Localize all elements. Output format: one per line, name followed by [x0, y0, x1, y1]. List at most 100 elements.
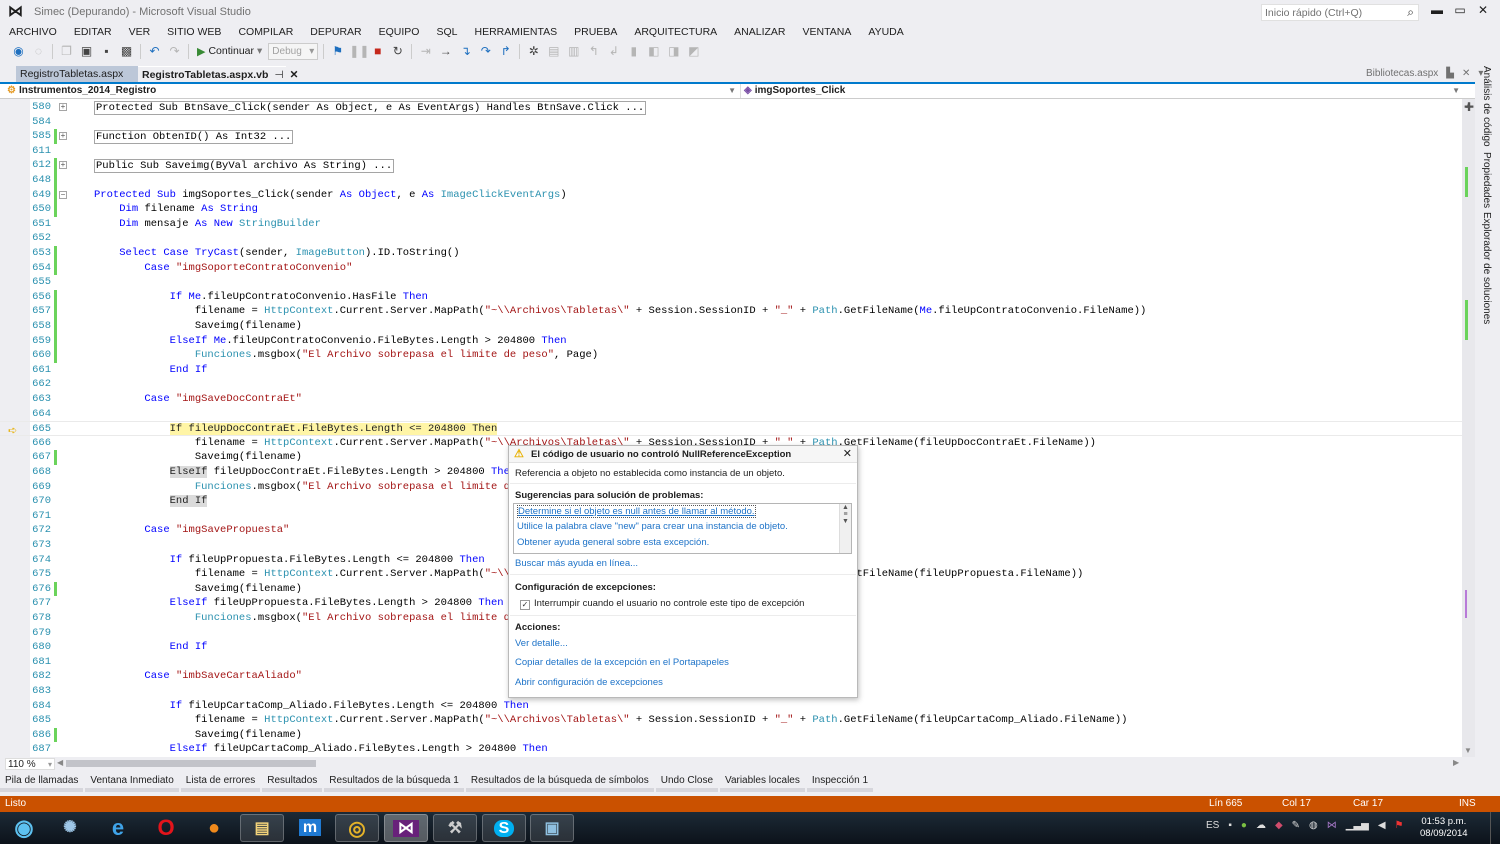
menu-prueba[interactable]: PRUEBA	[565, 24, 625, 40]
split-window-icon[interactable]: ✚	[1464, 100, 1474, 114]
code-line[interactable]: 654 Case "imgSoporteContratoConvenio"	[0, 260, 1462, 276]
code-line[interactable]: 684 If fileUpCartaComp_Aliado.FileBytes.…	[0, 699, 1462, 714]
promote-icon[interactable]: ▙	[1446, 68, 1454, 79]
expand-icon[interactable]: +	[59, 161, 67, 170]
member-dropdown[interactable]: ◈ imgSoportes_Click ▼	[744, 84, 1464, 98]
break-all-icon[interactable]: ❚❚	[349, 43, 369, 60]
menu-compilar[interactable]: COMPILAR	[229, 24, 301, 40]
scroll-left-icon[interactable]: ◀	[57, 758, 63, 767]
bottom-tab[interactable]: Resultados de la búsqueda de símbolos	[465, 774, 654, 792]
menu-ventana[interactable]: VENTANA	[794, 24, 860, 40]
save-all-icon[interactable]: ▩	[118, 43, 135, 60]
vs-tray-icon[interactable]: ⋈	[1327, 820, 1337, 831]
menu-depurar[interactable]: DEPURAR	[301, 24, 369, 40]
menu-archivo[interactable]: ARCHIVO	[0, 24, 65, 40]
code-line[interactable]: 649− Protected Sub imgSoportes_Click(send…	[0, 187, 1462, 203]
action-center-icon[interactable]: ⚑	[1395, 820, 1404, 831]
collapse-icon[interactable]: −	[59, 190, 67, 199]
redo-icon[interactable]: ↷	[166, 43, 183, 60]
solution-config-select[interactable]: Debug	[268, 42, 319, 60]
firefox-icon[interactable]: ●	[192, 814, 236, 842]
globe-tray-icon[interactable]: ◍	[1309, 820, 1318, 831]
minimize-button[interactable]: ▬	[1426, 3, 1448, 19]
search-icon[interactable]: ⌕	[1407, 5, 1414, 20]
copy-details-link[interactable]: Copiar detalles de la excepción en el Po…	[515, 657, 729, 668]
bottom-tab[interactable]: Ventana Inmediato	[85, 774, 179, 792]
code-line[interactable]: 655	[0, 275, 1462, 290]
bottom-tab[interactable]: Undo Close	[655, 774, 719, 792]
format-icon[interactable]: ▤	[545, 43, 562, 60]
menu-sitio-web[interactable]: SITIO WEB	[158, 24, 229, 40]
horizontal-scroll-thumb[interactable]	[66, 760, 316, 767]
preview-tab[interactable]: Bibliotecas.aspx ▙ ✕ ▾	[1366, 68, 1483, 79]
visual-studio-taskbar-icon[interactable]: ⋈	[384, 814, 428, 842]
bottom-tab[interactable]: Pila de llamadas	[0, 774, 84, 792]
attach-process-icon[interactable]: ⚑	[329, 43, 346, 60]
code-line[interactable]: 659 ElseIf Me.fileUpContratoConvenio.Fil…	[0, 333, 1462, 349]
stop-debugging-icon[interactable]: ■	[369, 43, 386, 60]
code-line[interactable]: 612 + Public Sub Saveimg(ByVal archivo As …	[0, 158, 1462, 174]
code-line[interactable]: 657 filename = HttpContext.Current.Serve…	[0, 304, 1462, 319]
expand-icon[interactable]: +	[59, 103, 67, 111]
view-detail-link[interactable]: Ver detalle...	[515, 638, 568, 649]
save-icon[interactable]: ▪	[98, 43, 115, 60]
menu-analizar[interactable]: ANALIZAR	[725, 24, 793, 40]
step-out-icon[interactable]: ↱	[497, 43, 514, 60]
pin-icon[interactable]: ⊣	[274, 67, 283, 83]
code-line[interactable]: 580 + Protected Sub BtnSave_Click(sender A…	[0, 100, 1462, 115]
code-line[interactable]: 648	[0, 173, 1462, 188]
internet-explorer-icon[interactable]: e	[96, 814, 140, 842]
maxthon-icon[interactable]: m	[288, 814, 332, 842]
opera-icon[interactable]: O	[144, 814, 188, 842]
uncomment-icon[interactable]: ↲	[605, 43, 622, 60]
bottom-tab[interactable]: Resultados	[262, 774, 323, 792]
close-preview-icon[interactable]: ✕	[1462, 68, 1470, 79]
code-line[interactable]: 658 Saveimg(filename)	[0, 319, 1462, 334]
code-line[interactable]: 651 Dim mensaje As New StringBuilder	[0, 217, 1462, 232]
language-indicator[interactable]: ES	[1206, 820, 1219, 831]
file-explorer-icon[interactable]: ▤	[240, 814, 284, 842]
code-line[interactable]: 656 If Me.fileUpContratoConvenio.HasFile…	[0, 289, 1462, 305]
code-line[interactable]: 664	[0, 407, 1462, 422]
side-tab-properties[interactable]: Propiedades	[1481, 152, 1492, 208]
format2-icon[interactable]: ▥	[565, 43, 582, 60]
navigate-back-icon[interactable]: ◉	[10, 43, 27, 60]
bottom-tab[interactable]: Lista de errores	[180, 774, 261, 792]
menu-editar[interactable]: EDITAR	[65, 24, 120, 40]
code-line[interactable]: 662	[0, 377, 1462, 392]
signal-tray-icon[interactable]: ▁▃▅	[1346, 820, 1369, 831]
chrome-icon[interactable]: ◎	[335, 814, 379, 842]
bookmark-icon[interactable]: ▮	[625, 43, 642, 60]
scroll-right-icon[interactable]: ▶	[1453, 758, 1459, 767]
bottom-tab[interactable]: Resultados de la búsqueda 1	[324, 774, 464, 792]
bookmark-prev-icon[interactable]: ◧	[645, 43, 662, 60]
tab-registrotabletas-aspx-vb[interactable]: RegistroTabletas.aspx.vb ⊣ ✕	[138, 66, 298, 83]
close-window-button[interactable]: ✕	[1472, 3, 1494, 19]
hex-display-icon[interactable]: ✲	[525, 43, 542, 60]
code-line[interactable]: 653 Select Case TryCast(sender, ImageBut…	[0, 246, 1462, 261]
expand-icon[interactable]: +	[59, 132, 67, 141]
zoom-select[interactable]: 110 %	[5, 758, 55, 771]
class-dropdown[interactable]: ⚙ Instrumentos_2014_Registro ▼	[7, 84, 741, 98]
suggestions-scrollbar[interactable]: ▲ ≡ ▼	[839, 504, 851, 553]
safari-icon[interactable]: ✺	[48, 814, 92, 842]
comment-icon[interactable]: ↰	[585, 43, 602, 60]
undo-icon[interactable]: ↶	[146, 43, 163, 60]
new-project-icon[interactable]: ❐	[58, 43, 75, 60]
search-online-link[interactable]: Buscar más ayuda en línea...	[515, 558, 638, 569]
code-line[interactable]: 687 ElseIf fileUpCartaComp_Aliado.FileBy…	[0, 742, 1462, 757]
close-popup-button[interactable]: ✕	[843, 446, 852, 463]
menu-equipo[interactable]: EQUIPO	[370, 24, 428, 40]
tools-icon[interactable]: ⚒	[433, 814, 477, 842]
code-line[interactable]: 665 If fileUpDocContraEt.FileBytes.Lengt…	[0, 421, 1462, 436]
step-into-icon[interactable]: ↴	[457, 43, 474, 60]
tab-registrotabletas-aspx[interactable]: RegistroTabletas.aspx	[16, 66, 138, 82]
volume-tray-icon[interactable]: ◀	[1378, 820, 1386, 831]
open-file-icon[interactable]: ▣	[78, 43, 95, 60]
skype-icon[interactable]: S	[482, 814, 526, 842]
code-line[interactable]: 663 Case "imgSaveDocContraEt"	[0, 392, 1462, 407]
quick-launch-input[interactable]: Inicio rápido (Ctrl+Q) ⌕	[1261, 4, 1419, 21]
side-tab-code-analysis[interactable]: Análisis de código	[1481, 66, 1492, 147]
menu-ayuda[interactable]: AYUDA	[859, 24, 911, 40]
suggestion-link[interactable]: Utilice la palabra clave "new" para crea…	[517, 521, 788, 532]
